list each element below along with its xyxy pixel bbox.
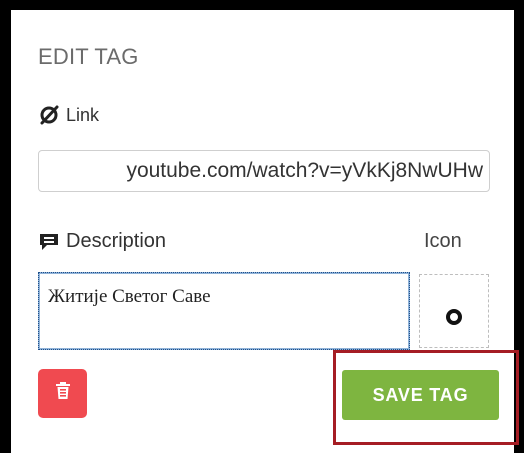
link-broken-icon xyxy=(38,104,62,126)
delete-button[interactable] xyxy=(38,369,87,418)
link-label: Link xyxy=(38,104,99,126)
icon-label: Icon xyxy=(424,230,462,252)
save-tag-button[interactable]: SAVE TAG xyxy=(342,370,499,420)
circle-outline-icon xyxy=(446,309,462,325)
panel-title: EDIT TAG xyxy=(38,44,139,69)
description-label: Description xyxy=(38,230,166,253)
link-input[interactable]: youtube.com/watch?v=yVkKj8NwUHw xyxy=(38,150,490,192)
comment-icon xyxy=(38,232,60,252)
link-label-text: Link xyxy=(66,104,100,125)
link-input-value: youtube.com/watch?v=yVkKj8NwUHw xyxy=(126,159,483,182)
icon-picker[interactable] xyxy=(419,274,489,348)
description-input[interactable]: Житије Светог Саве xyxy=(38,272,410,350)
description-label-text: Description xyxy=(66,230,167,252)
trash-icon xyxy=(55,382,71,405)
